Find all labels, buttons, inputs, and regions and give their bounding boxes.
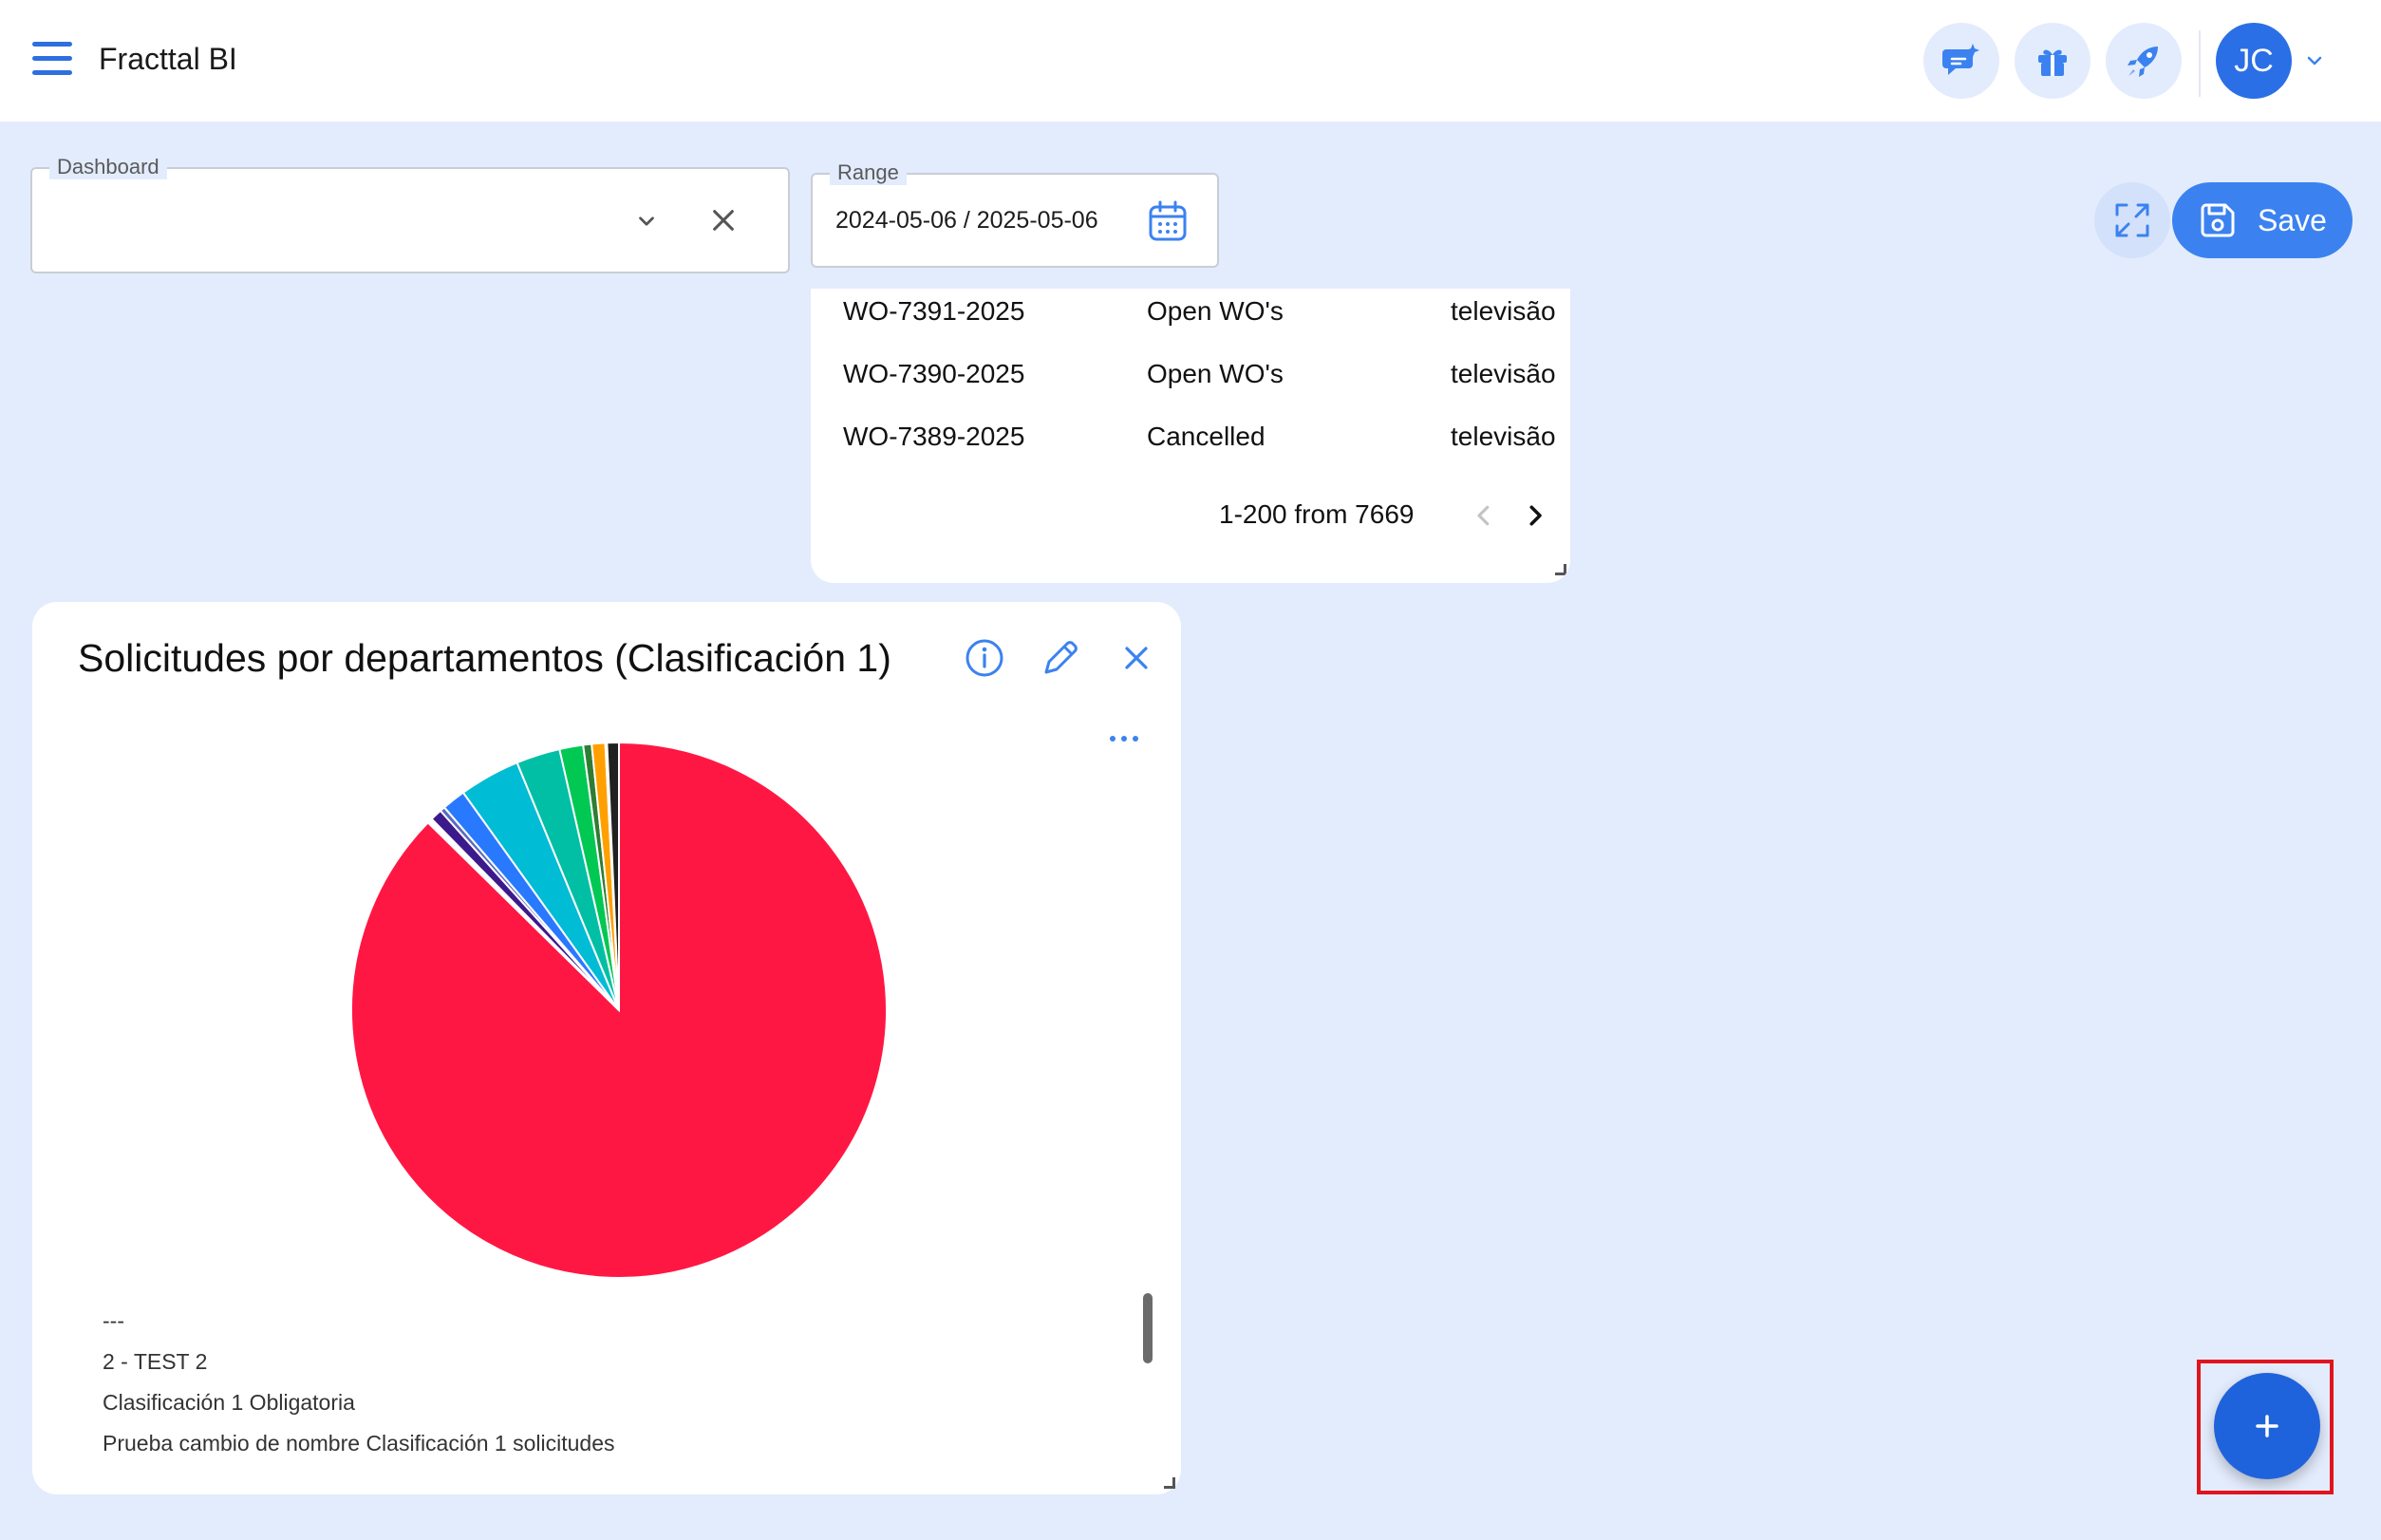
add-widget-button[interactable] [2214, 1373, 2320, 1479]
gift-button[interactable] [2015, 23, 2090, 99]
top-bar: Fracttal BI JC [0, 0, 2381, 122]
wo-status: Open WO's [1147, 296, 1284, 326]
chat-sparkle-icon [1942, 44, 1979, 75]
expand-icon [2115, 203, 2149, 237]
legend-scrollbar[interactable] [1143, 1293, 1153, 1363]
wo-asset: televisão [1451, 422, 1556, 451]
dashboard-select[interactable]: Dashboard [30, 155, 790, 273]
range-label: Range [830, 160, 907, 185]
gift-icon [2038, 49, 2067, 76]
fullscreen-button[interactable] [2094, 182, 2170, 258]
save-label: Save [2258, 202, 2327, 237]
wo-code: WO-7391-2025 [843, 296, 1025, 326]
chevron-down-icon[interactable] [634, 209, 659, 234]
table-row[interactable]: WO-7391-2025 Open WO's televisão [843, 296, 1565, 334]
wo-status: Cancelled [1147, 422, 1265, 451]
hamburger-menu-icon[interactable] [32, 42, 72, 80]
requests-chart-card: Solicitudes por departamentos (Clasifica… [32, 602, 1181, 1494]
app-title: Fracttal BI [99, 42, 237, 76]
save-icon [2201, 203, 2235, 237]
chat-sparkle-button[interactable] [1923, 23, 1999, 99]
pagination-text: 1-200 from 7669 [1219, 499, 1415, 529]
close-icon[interactable] [1115, 636, 1158, 680]
rocket-icon [2128, 47, 2158, 77]
chevron-down-icon[interactable] [2303, 49, 2326, 72]
wo-status: Open WO's [1147, 359, 1284, 388]
wo-asset: televisão [1451, 359, 1556, 388]
resize-handle[interactable] [1164, 1477, 1175, 1489]
calendar-icon[interactable] [1147, 199, 1189, 243]
pie-chart [350, 741, 888, 1279]
edit-icon[interactable] [1039, 636, 1082, 680]
chevron-right-icon[interactable] [1521, 501, 1549, 530]
range-value: 2024-05-06 / 2025-05-06 [835, 207, 1098, 234]
wo-asset: televisão [1451, 296, 1556, 326]
header-divider [2199, 30, 2201, 97]
legend-item[interactable]: Prueba cambio de nombre Clasificación 1 … [103, 1423, 1090, 1464]
more-options-icon[interactable] [1105, 729, 1143, 748]
work-orders-table: WO-7391-2025 Open WO's televisão WO-7390… [811, 289, 1570, 583]
table-row[interactable]: WO-7390-2025 Open WO's televisão [843, 359, 1565, 397]
legend-item[interactable]: Clasificación 1 Obligatoria [103, 1382, 1090, 1423]
wo-code: WO-7389-2025 [843, 422, 1025, 451]
rocket-button[interactable] [2106, 23, 2182, 99]
dashboard-label: Dashboard [49, 155, 167, 179]
info-icon[interactable] [963, 636, 1006, 680]
chart-title: Solicitudes por departamentos (Clasifica… [78, 636, 891, 680]
table-row[interactable]: WO-7389-2025 Cancelled televisão [843, 422, 1565, 460]
legend-item[interactable]: 2 - TEST 2 [103, 1342, 1090, 1382]
date-range-field[interactable]: Range 2024-05-06 / 2025-05-06 [811, 160, 1219, 268]
plus-icon [2256, 1415, 2278, 1437]
user-avatar[interactable]: JC [2216, 23, 2292, 99]
chevron-left-icon[interactable] [1470, 501, 1498, 530]
wo-code: WO-7390-2025 [843, 359, 1025, 388]
resize-handle[interactable] [1555, 564, 1566, 575]
chart-legend: --- 2 - TEST 2 Clasificación 1 Obligator… [103, 1301, 1090, 1472]
legend-item[interactable]: --- [103, 1301, 1090, 1342]
save-button[interactable]: Save [2172, 182, 2353, 258]
clear-icon[interactable] [708, 205, 739, 235]
